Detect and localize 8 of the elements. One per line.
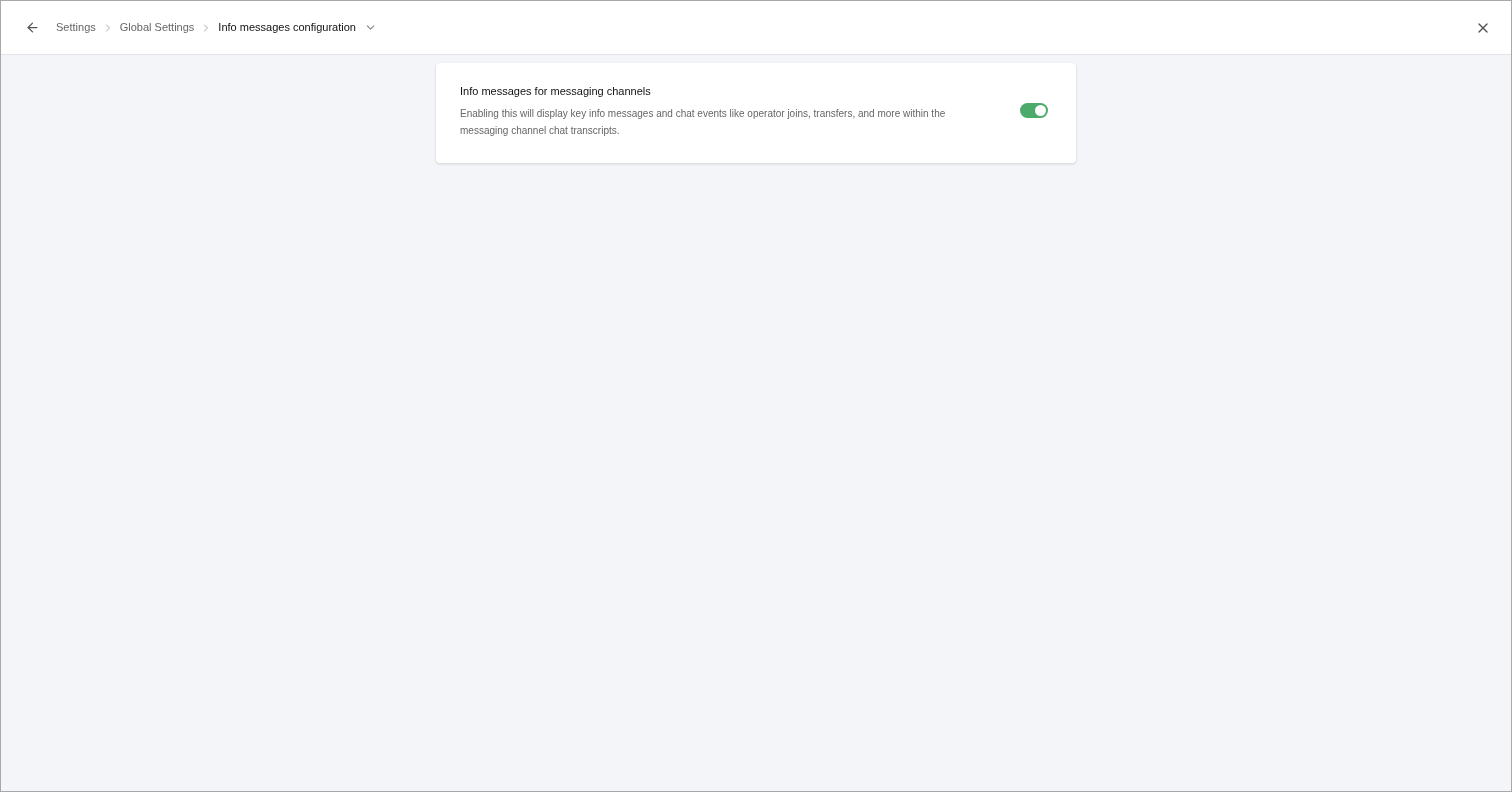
setting-title: Info messages for messaging channels xyxy=(460,84,652,99)
breadcrumb-link[interactable]: Global Settings xyxy=(119,19,195,36)
toggle-switch[interactable] xyxy=(1020,103,1048,119)
setting-description: Enabling this will display key info messages and chat events like operator joins, transfers, and more within the messaging channel chat transcripts. xyxy=(460,106,947,138)
breadcrumb-link[interactable]: Info messages configuration xyxy=(218,19,356,36)
back-button[interactable] xyxy=(25,20,40,35)
breadcrumb-link[interactable]: Settings xyxy=(56,19,96,36)
back-arrow-icon xyxy=(25,20,40,35)
